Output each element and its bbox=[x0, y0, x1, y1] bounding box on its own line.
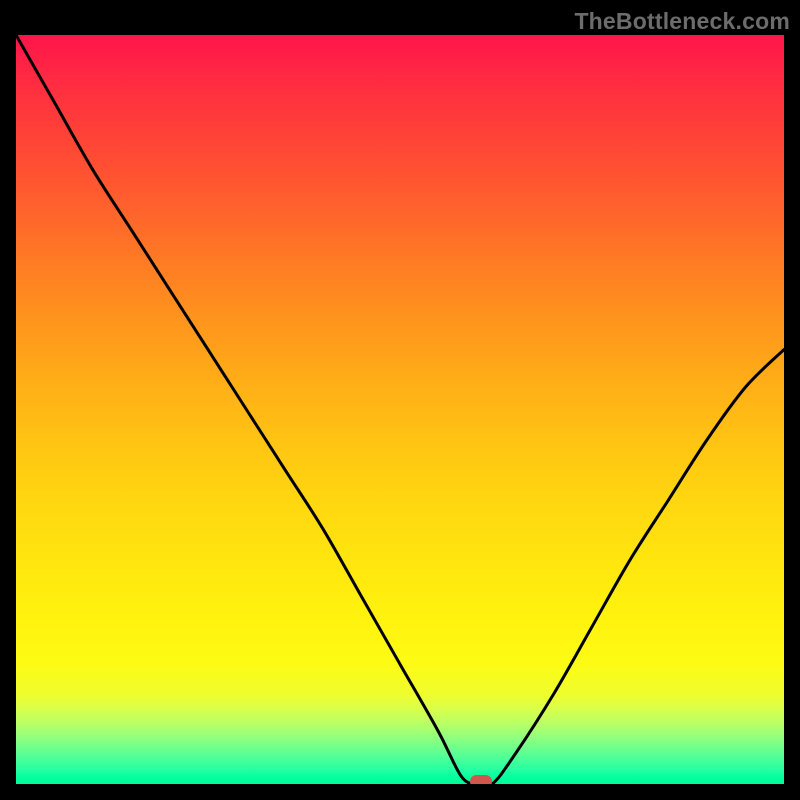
optimal-point-marker bbox=[470, 775, 492, 784]
plot-area bbox=[16, 35, 784, 784]
bottleneck-curve bbox=[16, 35, 784, 784]
brand-watermark: TheBottleneck.com bbox=[0, 8, 800, 35]
chart-frame: TheBottleneck.com bbox=[0, 0, 800, 800]
